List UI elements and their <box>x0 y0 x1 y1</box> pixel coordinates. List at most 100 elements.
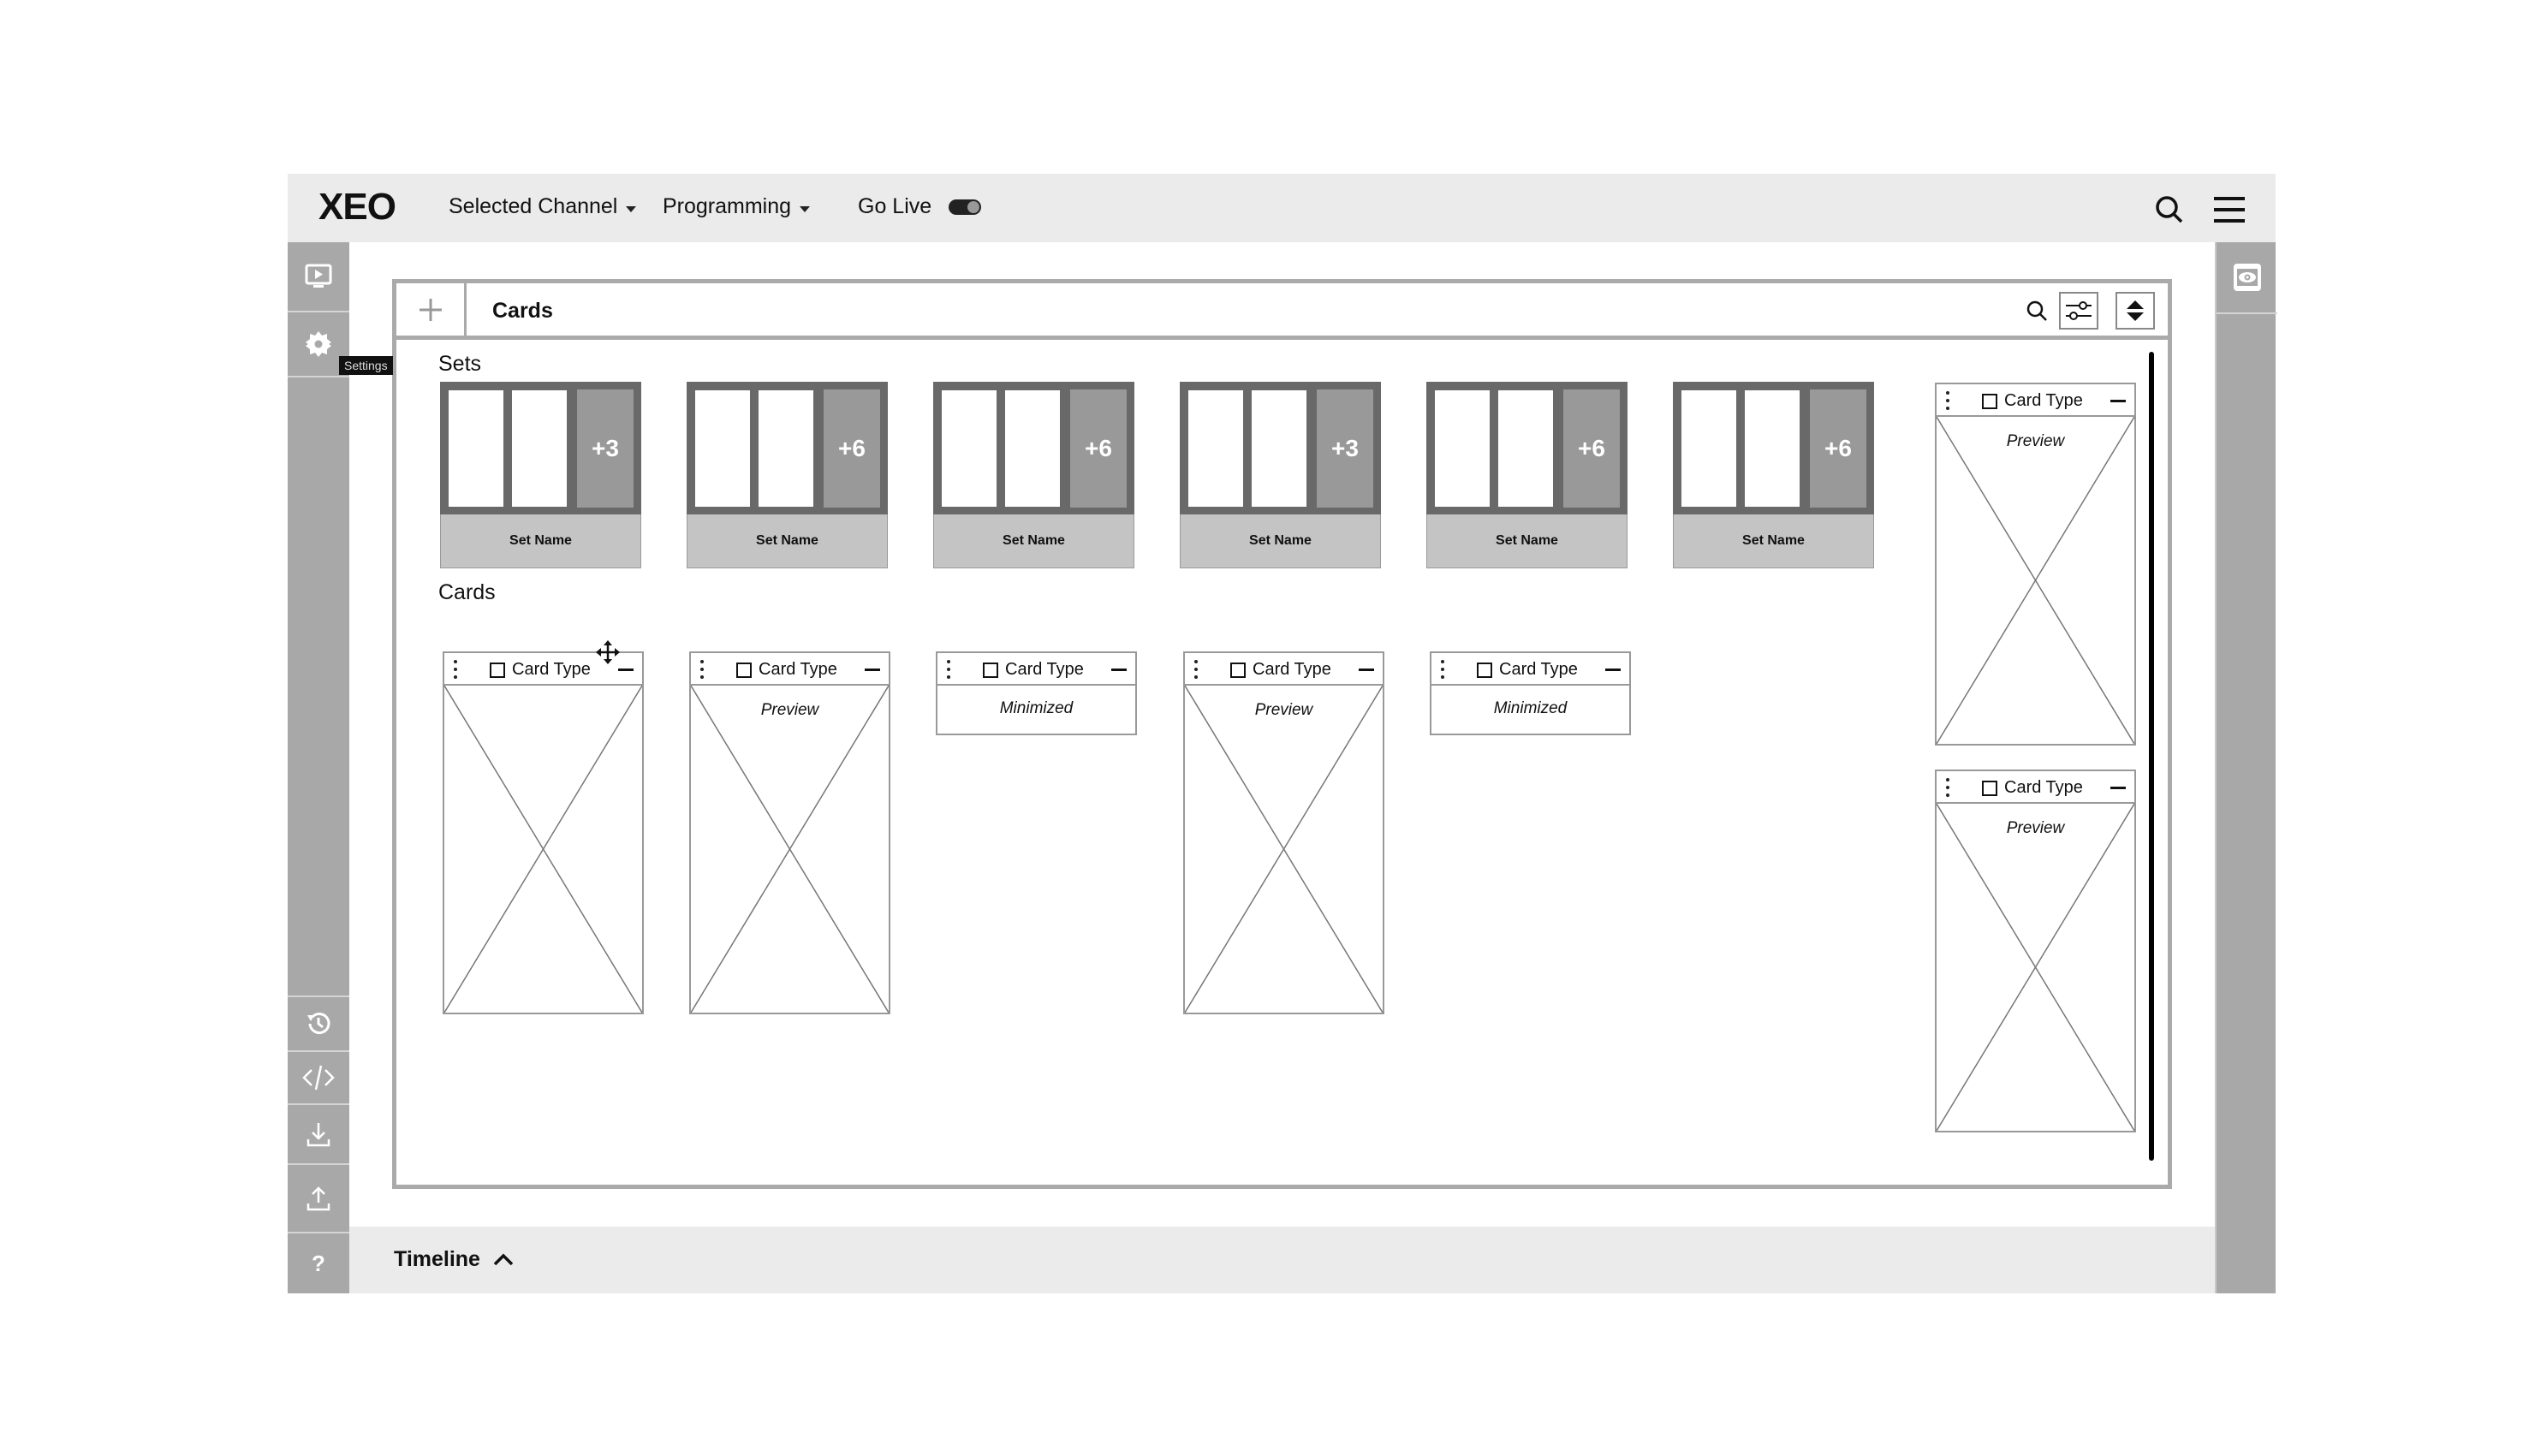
card-checkbox[interactable] <box>1982 394 1997 409</box>
card-header: Card Type <box>1937 384 2134 417</box>
card-type-label: Card Type <box>1005 660 1084 679</box>
sidebar-item-help[interactable]: ? <box>288 1232 349 1293</box>
sidebar-item-download[interactable] <box>288 1103 349 1163</box>
timeline-bar: Timeline <box>349 1227 2215 1293</box>
sidebar-item-preview[interactable] <box>288 242 349 312</box>
card-checkbox[interactable] <box>490 663 505 678</box>
image-placeholder-icon <box>1937 804 2134 1131</box>
more-vertical-icon[interactable] <box>1438 660 1447 679</box>
card-minimized-label: Minimized <box>1493 699 1568 717</box>
card-checkbox[interactable] <box>983 663 998 678</box>
card-body: Preview <box>1937 804 2134 1131</box>
sidebar-item-code[interactable] <box>288 1050 349 1103</box>
more-vertical-icon[interactable] <box>698 660 706 679</box>
minimize-icon[interactable] <box>2110 394 2127 407</box>
card-header: Card Type <box>444 653 642 686</box>
image-placeholder-icon <box>444 686 642 1013</box>
set-tile[interactable]: +3 Set Name <box>440 382 641 568</box>
download-icon <box>306 1123 330 1147</box>
search-button[interactable] <box>2151 191 2188 229</box>
card[interactable]: Card Type Preview <box>1935 770 2136 1132</box>
card[interactable]: Card Type Preview <box>689 651 890 1014</box>
sidebar-item-view[interactable] <box>2217 242 2277 314</box>
card-type-label: Card Type <box>1499 660 1578 679</box>
go-live-control: Go Live <box>858 194 982 219</box>
set-tile[interactable]: +6 Set Name <box>933 382 1134 568</box>
card-checkbox[interactable] <box>1230 663 1246 678</box>
set-thumbnail <box>759 390 813 507</box>
card[interactable]: Card Type Minimized <box>1430 651 1631 735</box>
card-checkbox[interactable] <box>1477 663 1492 678</box>
search-icon <box>2026 300 2047 321</box>
main-menu-button[interactable] <box>2211 191 2248 229</box>
card-type-label: Card Type <box>1253 660 1331 679</box>
set-name: Set Name <box>933 514 1134 568</box>
minimize-icon[interactable] <box>1359 663 1376 676</box>
go-live-label: Go Live <box>858 194 932 218</box>
card-checkbox[interactable] <box>1982 781 1997 796</box>
card-body: Preview <box>691 686 889 1013</box>
panel-search-button[interactable] <box>2021 292 2052 330</box>
eye-icon <box>2233 264 2261 291</box>
set-thumbnail <box>1188 390 1243 507</box>
image-placeholder-icon <box>691 686 889 1013</box>
minimize-icon[interactable] <box>865 663 882 676</box>
selected-channel-dropdown[interactable]: Selected Channel <box>449 194 637 219</box>
set-thumbnail <box>512 390 567 507</box>
add-button[interactable] <box>396 283 467 336</box>
timeline-toggle[interactable]: Timeline <box>394 1247 515 1272</box>
more-vertical-icon[interactable] <box>944 660 953 679</box>
sidebar-item-history[interactable] <box>288 995 349 1050</box>
chevron-up-icon <box>493 1253 514 1265</box>
image-placeholder-icon <box>1185 686 1383 1013</box>
filter-button[interactable] <box>2059 292 2098 330</box>
card-checkbox[interactable] <box>736 663 752 678</box>
programming-dropdown[interactable]: Programming <box>663 194 811 219</box>
card-header: Card Type <box>1431 653 1629 686</box>
minimize-icon[interactable] <box>618 663 635 676</box>
card[interactable]: Card Type Minimized <box>936 651 1137 735</box>
card[interactable]: Card Type Preview <box>1935 383 2136 746</box>
play-screen-icon <box>305 264 332 288</box>
card-type-label: Card Type <box>2004 778 2083 797</box>
go-live-toggle[interactable] <box>949 199 982 215</box>
plus-icon <box>419 298 442 321</box>
panel-title: Cards <box>492 299 553 323</box>
sliders-icon <box>2066 301 2092 320</box>
set-tile[interactable]: +6 Set Name <box>1673 382 1874 568</box>
card-body: Preview <box>1937 417 2134 744</box>
gear-icon <box>306 331 331 357</box>
more-vertical-icon[interactable] <box>1192 660 1200 679</box>
set-more-count: +3 <box>1317 389 1373 508</box>
set-more-count: +6 <box>824 389 880 508</box>
image-placeholder-icon <box>1937 417 2134 744</box>
card-header: Card Type <box>1185 653 1383 686</box>
set-name: Set Name <box>1426 514 1628 568</box>
set-thumbnail <box>449 390 503 507</box>
set-tile[interactable]: +3 Set Name <box>1180 382 1381 568</box>
sort-button[interactable] <box>2116 292 2155 330</box>
minimize-icon[interactable] <box>1111 663 1128 676</box>
set-tile[interactable]: +6 Set Name <box>1426 382 1628 568</box>
set-thumbnail <box>1498 390 1553 507</box>
more-vertical-icon[interactable] <box>1943 778 1952 797</box>
timeline-label: Timeline <box>394 1247 480 1271</box>
card[interactable]: Card Type <box>443 651 644 1014</box>
card-body: Minimized <box>1431 686 1629 734</box>
sidebar-item-upload[interactable] <box>288 1163 349 1232</box>
card-type-label: Card Type <box>512 660 591 679</box>
left-sidebar: ? Settings <box>288 242 393 1293</box>
app-window: XEO Selected Channel Programming Go Live <box>288 174 2277 1293</box>
set-name: Set Name <box>687 514 888 568</box>
more-vertical-icon[interactable] <box>451 660 460 679</box>
upload-icon <box>306 1186 330 1211</box>
more-vertical-icon[interactable] <box>1943 391 1952 410</box>
minimize-icon[interactable] <box>2110 781 2127 794</box>
set-thumbnails: +6 <box>1426 382 1628 514</box>
scrollbar[interactable] <box>2149 352 2154 1161</box>
sets-section-label: Sets <box>438 352 482 376</box>
card[interactable]: Card Type Preview <box>1183 651 1384 1014</box>
card-type-label: Card Type <box>2004 391 2083 410</box>
set-tile[interactable]: +6 Set Name <box>687 382 888 568</box>
minimize-icon[interactable] <box>1605 663 1622 676</box>
